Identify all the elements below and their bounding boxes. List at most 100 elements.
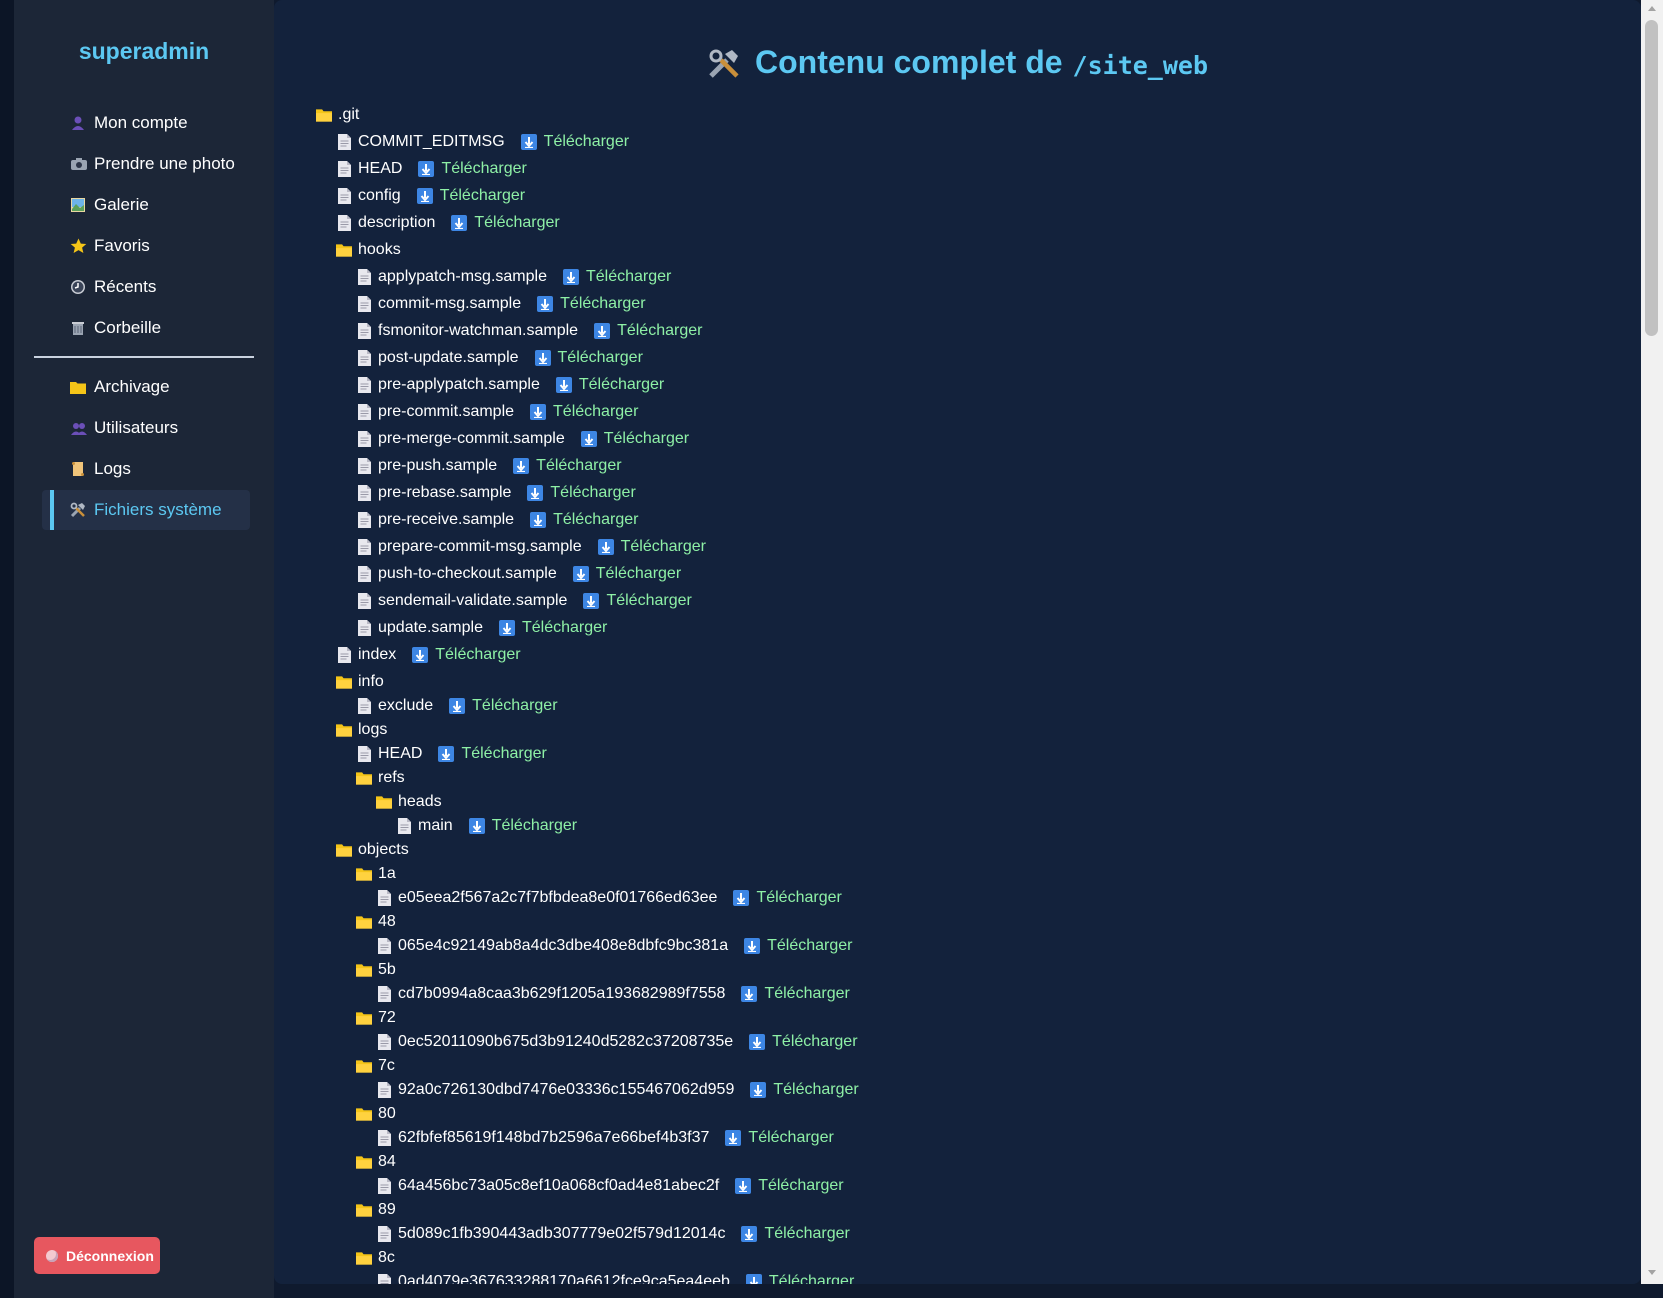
file-name: COMMIT_EDITMSG [358, 133, 505, 150]
nav-item-favoris[interactable]: Favoris [42, 226, 250, 266]
download-link[interactable]: Télécharger [418, 160, 527, 178]
download-link[interactable]: Télécharger [725, 1129, 834, 1147]
tree-file-row: e05eea2f567a2c7f7bfbdea8e0f01766ed63ee Té… [376, 887, 842, 909]
star-icon [70, 238, 90, 254]
nav-item-recents[interactable]: Récents [42, 267, 250, 307]
download-link[interactable]: Télécharger [412, 646, 521, 664]
download-label: Télécharger [491, 817, 578, 834]
logout-button[interactable]: Déconnexion [34, 1237, 160, 1274]
download-link[interactable]: Télécharger [733, 889, 842, 907]
file-name: HEAD [378, 745, 423, 762]
download-arrow-icon [530, 404, 547, 420]
download-link[interactable]: Télécharger [520, 133, 629, 151]
folder-name: 84 [378, 1153, 396, 1170]
file-name: 62fbfef85619f148bd7b2596a7e66bef4b3f37 [398, 1129, 710, 1146]
download-link[interactable]: Télécharger [594, 322, 702, 340]
nav-label: Favoris [94, 236, 150, 255]
download-link[interactable]: Télécharger [735, 1177, 844, 1195]
nav-item-logs[interactable]: Logs [42, 449, 250, 489]
page-title-text: Contenu complet de [754, 44, 1063, 80]
tree-file-row: HEAD Télécharger [356, 743, 547, 765]
tree-file-row: pre-merge-commit.sample Télécharger [356, 428, 689, 450]
file-icon [356, 323, 372, 339]
tree-file-row: update.sample Télécharger [356, 617, 607, 639]
vertical-scrollbar[interactable] [1641, 0, 1663, 1284]
folder-name: info [358, 673, 384, 690]
download-link[interactable]: Télécharger [513, 457, 622, 475]
tree-file-row: 62fbfef85619f148bd7b2596a7e66bef4b3f37 Té… [376, 1127, 834, 1149]
download-arrow-icon [744, 938, 761, 954]
download-link[interactable]: Télécharger [744, 937, 852, 955]
nav-item-fichiers-systeme[interactable]: Fichiers système [42, 490, 250, 530]
file-name: pre-applypatch.sample [378, 376, 540, 393]
download-link[interactable]: Télécharger [750, 1081, 859, 1099]
nav-item-prendre-une-photo[interactable]: Prendre une photo [42, 144, 250, 184]
download-arrow-icon [572, 566, 589, 582]
folder-icon [336, 674, 352, 690]
file-name: 64a456bc73a05c8ef10a068cf0ad4e81abec2f [398, 1177, 720, 1194]
file-icon [356, 539, 372, 555]
file-icon [376, 938, 392, 954]
download-arrow-icon [513, 458, 530, 474]
tree-folder-row: 89 [356, 1199, 396, 1221]
tree-folder-row: 84 [356, 1151, 396, 1173]
download-link[interactable]: Télécharger [572, 565, 681, 583]
file-icon [376, 1082, 392, 1098]
file-name: push-to-checkout.sample [378, 565, 557, 582]
download-link[interactable]: Télécharger [555, 376, 664, 394]
download-link[interactable]: Télécharger [537, 295, 646, 313]
scroll-down-arrow-icon[interactable] [1648, 1270, 1656, 1275]
download-link[interactable]: Télécharger [416, 187, 525, 205]
file-icon [356, 485, 372, 501]
brand-username: superadmin [78, 38, 210, 64]
file-name: pre-receive.sample [378, 511, 515, 528]
folder-icon [376, 794, 392, 810]
download-link[interactable]: Télécharger [741, 1225, 850, 1243]
download-link[interactable]: Télécharger [741, 985, 850, 1003]
download-link[interactable]: Télécharger [530, 403, 638, 421]
download-link[interactable]: Télécharger [527, 484, 636, 502]
folder-name: refs [378, 769, 405, 786]
folder-icon [356, 1010, 372, 1026]
download-arrow-icon [735, 1178, 752, 1194]
download-link[interactable]: Télécharger [749, 1033, 858, 1051]
scrollbar-thumb[interactable] [1645, 20, 1658, 336]
file-name: post-update.sample [378, 349, 519, 366]
nav-item-galerie[interactable]: Galerie [42, 185, 250, 225]
tree-file-row: main Télécharger [396, 815, 577, 837]
download-label: Télécharger [772, 1033, 858, 1050]
file-name: config [358, 187, 401, 204]
folder-icon [70, 380, 90, 394]
nav-label: Archivage [94, 377, 170, 396]
download-link[interactable]: Télécharger [580, 430, 690, 448]
nav-item-archivage[interactable]: Archivage [42, 367, 250, 407]
tree-folder-row: refs [356, 767, 405, 789]
download-link[interactable]: Télécharger [468, 817, 578, 835]
folder-icon [356, 866, 372, 882]
download-label: Télécharger [603, 430, 690, 447]
tree-folder-row: info [336, 671, 384, 693]
tree-file-row: cd7b0994a8caa3b629f1205a193682989f7558 Té… [376, 983, 850, 1005]
download-link[interactable]: Télécharger [451, 214, 560, 232]
nav-item-corbeille[interactable]: Corbeille [42, 308, 250, 348]
download-link[interactable]: Télécharger [534, 349, 643, 367]
scroll-up-arrow-icon[interactable] [1648, 6, 1656, 11]
download-label: Télécharger [560, 295, 646, 312]
download-arrow-icon [520, 134, 537, 150]
download-link[interactable]: Télécharger [449, 697, 558, 715]
nav-item-utilisateurs[interactable]: Utilisateurs [42, 408, 250, 448]
folder-name: 7c [378, 1057, 395, 1074]
download-link[interactable]: Télécharger [583, 592, 692, 610]
file-icon [376, 1130, 392, 1146]
tree-file-row: description Télécharger [336, 212, 560, 234]
download-link[interactable]: Télécharger [530, 511, 638, 529]
download-link[interactable]: Télécharger [498, 619, 607, 637]
users-icon [70, 420, 90, 436]
folder-name: .git [338, 106, 360, 123]
tree-folder-row: 8c [356, 1247, 395, 1269]
nav-item-mon-compte[interactable]: Mon compte [42, 103, 250, 143]
download-link[interactable]: Télécharger [438, 745, 547, 763]
trash-icon [70, 320, 90, 336]
download-link[interactable]: Télécharger [562, 268, 671, 286]
download-link[interactable]: Télécharger [597, 538, 706, 556]
